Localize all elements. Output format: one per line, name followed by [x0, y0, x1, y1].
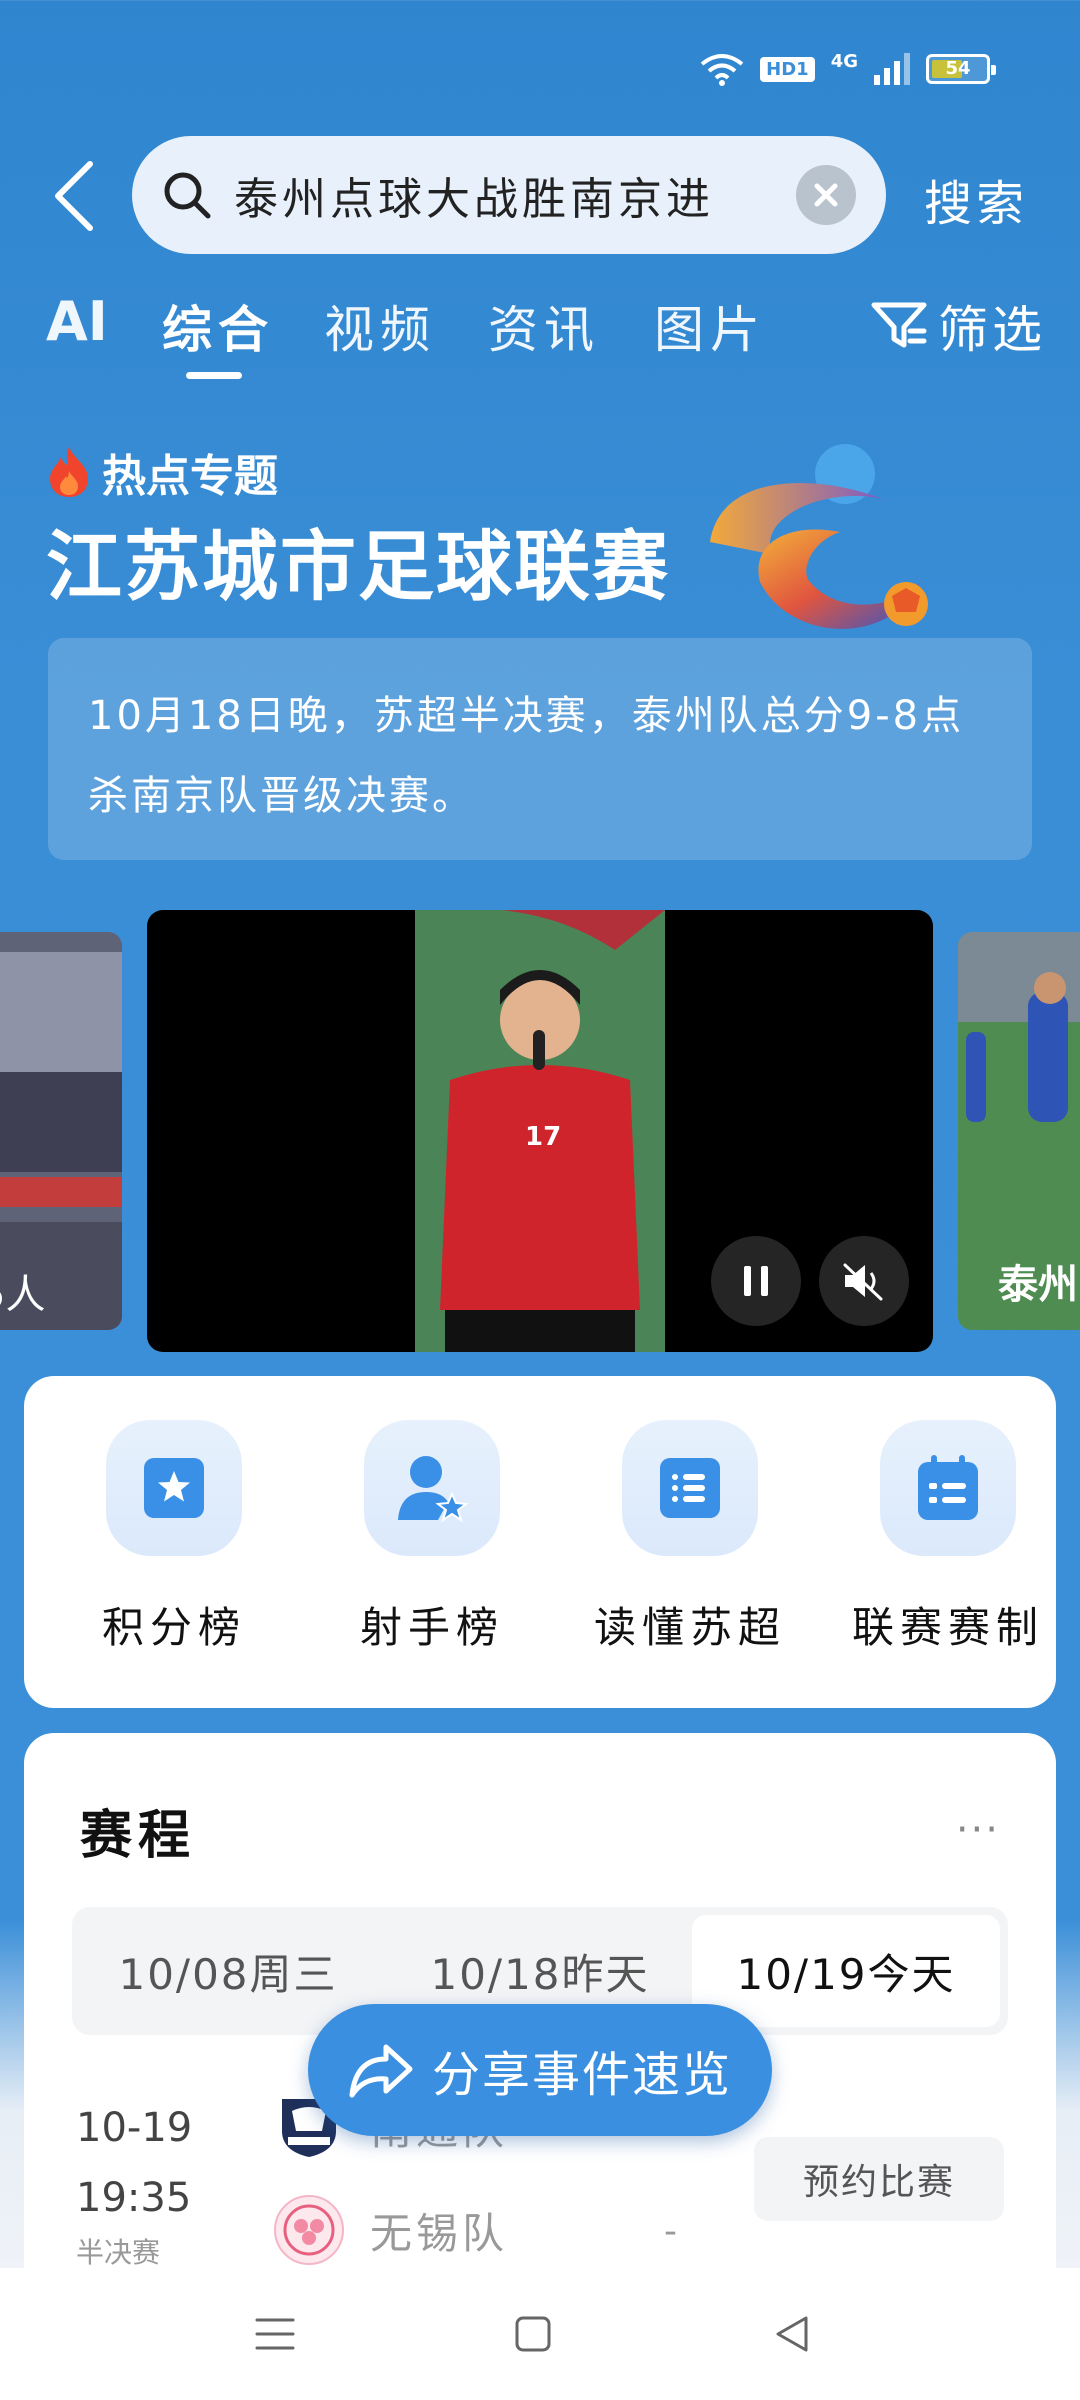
star-badge-icon — [106, 1420, 242, 1556]
tab-images[interactable]: 图片 — [654, 290, 766, 362]
system-nav-bar — [0, 2268, 1080, 2400]
list-icon — [622, 1420, 758, 1556]
topic-title[interactable]: 江苏城市足球联赛 — [46, 505, 670, 615]
mute-button[interactable] — [819, 1236, 909, 1326]
share-arrow-icon — [349, 2044, 413, 2098]
status-bar: HD1 4G 54 — [0, 0, 1080, 140]
carousel-right-caption: 泰州 — [998, 1262, 1078, 1308]
away-team-name: 无锡队 — [370, 2208, 509, 2258]
search-input[interactable] — [234, 169, 782, 221]
video-player[interactable]: 17 — [147, 910, 933, 1352]
entry-top-scorers[interactable]: 射手榜 — [332, 1420, 532, 1655]
back-button[interactable] — [48, 160, 100, 232]
flame-icon — [50, 447, 88, 497]
signal-icon — [874, 53, 910, 85]
more-button[interactable]: ··· — [956, 1807, 1000, 1853]
wuxi-team-logo — [274, 2195, 344, 2265]
entry-standings[interactable]: 积分榜 — [74, 1420, 274, 1655]
battery-icon: 54 — [926, 54, 996, 84]
carousel-left-caption: 5人 — [0, 1272, 46, 1318]
back-nav-button[interactable] — [763, 2306, 819, 2362]
tab-ai[interactable]: AI — [46, 290, 108, 353]
entry-label: 联赛赛制 — [851, 1603, 1044, 1652]
date-tab-1019[interactable]: 10/19今天 — [692, 1915, 1000, 2027]
network-type-label: 4G — [830, 50, 858, 72]
hot-topic-label: 热点专题 — [102, 451, 278, 502]
match-time: 19:35 — [76, 2175, 192, 2221]
entry-label: 积分榜 — [101, 1603, 246, 1652]
hot-topic-tag: 热点专题 — [46, 440, 278, 504]
entry-understand-league[interactable]: 读懂苏超 — [590, 1420, 790, 1655]
reserve-match-button[interactable]: 预约比赛 — [754, 2137, 1004, 2221]
tab-video[interactable]: 视频 — [324, 290, 436, 362]
menu-nav-button[interactable] — [247, 2306, 303, 2362]
entry-label: 射手榜 — [359, 1603, 504, 1652]
entry-league-format[interactable]: 联赛赛制 — [848, 1420, 1048, 1655]
media-carousel: 5人 17 — [0, 910, 1080, 1352]
pause-icon — [744, 1266, 768, 1296]
search-box[interactable] — [132, 136, 886, 254]
filter-label: 筛选 — [938, 301, 1046, 359]
quick-entry-card: 积分榜 射手榜 读懂苏超 联赛赛制 — [24, 1376, 1056, 1708]
league-logo — [710, 444, 928, 629]
status-icons: HD1 4G 54 — [700, 50, 996, 86]
player-star-icon — [364, 1420, 500, 1556]
muted-speaker-icon — [843, 1263, 883, 1301]
entry-label: 读懂苏超 — [593, 1603, 786, 1652]
clear-search-button[interactable] — [796, 165, 856, 225]
player-speaking-image: 17 — [415, 910, 665, 1352]
carousel-image-right[interactable]: 泰州 — [958, 932, 1080, 1330]
result-tabs: AI 综合 视频 资讯 图片 筛选 — [46, 290, 1046, 380]
chevron-left-icon — [55, 161, 93, 231]
tab-news[interactable]: 资讯 — [488, 290, 600, 362]
pause-button[interactable] — [711, 1236, 801, 1326]
topic-summary[interactable]: 10月18日晚，苏超半决赛，泰州队总分9-8点杀南京队晋级决赛。 — [48, 638, 1032, 860]
search-icon — [164, 172, 211, 219]
close-icon — [814, 183, 838, 207]
schedule-title: 赛程 — [80, 1806, 197, 1866]
filter-button[interactable]: 筛选 — [870, 290, 1046, 362]
match-stage: 半决赛 — [76, 2236, 161, 2269]
match-datetime: 10-19 19:35 — [76, 2093, 192, 2233]
search-button[interactable]: 搜索 — [924, 164, 1028, 234]
hd-badge: HD1 — [760, 56, 815, 82]
video-frame-content: 17 — [415, 910, 665, 1352]
share-event-summary-button[interactable]: 分享事件速览 — [308, 2004, 772, 2136]
away-team-score: - — [664, 2211, 677, 2252]
svg-text:17: 17 — [525, 1122, 561, 1152]
home-nav-button[interactable] — [505, 2306, 561, 2362]
menu-icon — [255, 2318, 295, 2350]
back-triangle-icon — [776, 2316, 808, 2352]
home-square-icon — [515, 2316, 551, 2352]
wifi-icon — [700, 54, 744, 86]
away-team-row[interactable]: 无锡队 — [274, 2195, 508, 2265]
calendar-icon — [880, 1420, 1016, 1556]
active-tab-indicator — [186, 372, 242, 379]
match-date: 10-19 — [76, 2105, 193, 2151]
filter-icon — [871, 302, 927, 348]
battery-level: 54 — [945, 58, 971, 79]
carousel-image-left[interactable]: 5人 — [0, 932, 122, 1330]
share-label: 分享事件速览 — [431, 2047, 732, 2103]
tab-comprehensive[interactable]: 综合 — [162, 290, 274, 362]
